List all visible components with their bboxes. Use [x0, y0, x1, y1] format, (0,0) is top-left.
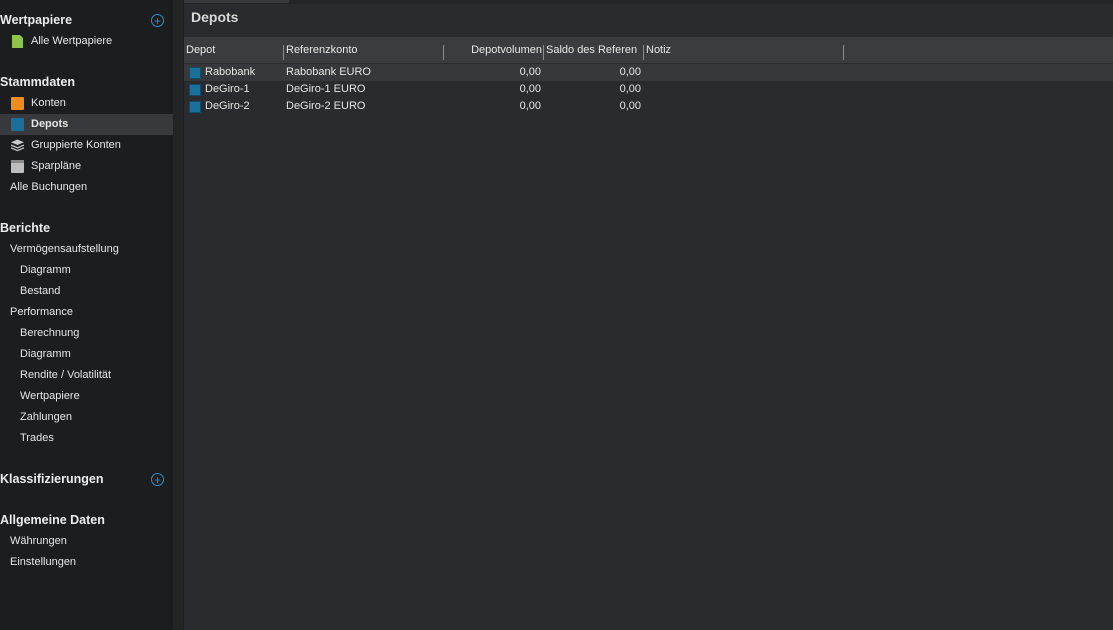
sidebar-item-einstellungen[interactable]: Einstellungen [0, 552, 173, 573]
section-header-stammdaten[interactable]: Stammdaten [0, 75, 75, 93]
cell-referenzkonto: DeGiro-2 EURO [286, 100, 366, 112]
calendar-icon [11, 160, 24, 173]
table-row[interactable]: DeGiro-1 DeGiro-1 EURO 0,00 0,00 [184, 81, 1113, 98]
section-header-allgemeine-daten[interactable]: Allgemeine Daten [0, 513, 105, 531]
sidebar-item-label: Währungen [10, 535, 67, 547]
column-header-referenzkonto[interactable]: Referenzkonto [286, 44, 442, 56]
cell-referenzkonto: Rabobank EURO [286, 66, 371, 78]
table-row[interactable]: Rabobank Rabobank EURO 0,00 0,00 [184, 64, 1113, 81]
page-title: Depots [191, 9, 239, 25]
editor-tab-strip [184, 0, 1113, 4]
sidebar-item-trades[interactable]: Trades [0, 428, 173, 449]
sidebar-item-konten[interactable]: Konten [0, 93, 173, 114]
sidebar-item-gruppierte-konten[interactable]: Gruppierte Konten [0, 135, 173, 156]
active-editor-tab[interactable] [184, 0, 289, 3]
column-separator[interactable] [443, 45, 444, 60]
sidebar-item-label: Depots [31, 118, 69, 130]
sidebar-item-label: Performance [10, 306, 73, 318]
column-header-saldo[interactable]: Saldo des Referen [546, 44, 642, 56]
sidebar-item-sparplaene[interactable]: Sparpläne [0, 156, 173, 177]
depot-icon [189, 101, 201, 113]
depot-icon [189, 67, 201, 79]
sidebar-item-berechnung[interactable]: Berechnung [0, 323, 173, 344]
sidebar-item-rendite-volatilitaet[interactable]: Rendite / Volatilität [0, 365, 173, 386]
column-header-depot[interactable]: Depot [186, 44, 281, 56]
sidebar-item-performance-diagramm[interactable]: Diagramm [0, 344, 173, 365]
sidebar-item-label: Einstellungen [10, 556, 77, 568]
cell-depotvolumen: 0,00 [519, 100, 541, 112]
sidebar-item-wertpapiere[interactable]: Wertpapiere [0, 386, 173, 407]
sidebar: Wertpapiere + Alle Wertpapiere Stammdate… [0, 0, 173, 630]
cell-saldo: 0,00 [619, 66, 641, 78]
sidebar-item-label: Diagramm [20, 264, 71, 276]
sidebar-item-bestand[interactable]: Bestand [0, 281, 173, 302]
sidebar-item-label: Rendite / Volatilität [20, 369, 112, 381]
cell-referenzkonto: DeGiro-1 EURO [286, 83, 366, 95]
column-separator[interactable] [843, 45, 844, 60]
section-header-wertpapiere[interactable]: Wertpapiere [0, 13, 72, 31]
cell-depot: DeGiro-2 [205, 100, 250, 112]
add-wertpapier-icon[interactable]: + [151, 14, 164, 27]
column-header-depotvolumen[interactable]: Depotvolumen [446, 44, 542, 56]
section-header-berichte[interactable]: Berichte [0, 221, 50, 239]
sidebar-item-label: Konten [31, 97, 66, 109]
layers-icon [11, 139, 24, 152]
column-separator[interactable] [543, 45, 544, 60]
column-separator[interactable] [643, 45, 644, 60]
sidebar-splitter[interactable] [173, 0, 183, 630]
sidebar-item-waehrungen[interactable]: Währungen [0, 531, 173, 552]
cell-saldo: 0,00 [619, 83, 641, 95]
column-header-notiz[interactable]: Notiz [646, 44, 842, 56]
depot-icon [11, 118, 24, 131]
cell-saldo: 0,00 [619, 100, 641, 112]
sidebar-item-label: Vermögensaufstellung [10, 243, 119, 255]
sidebar-item-label: Alle Wertpapiere [31, 35, 113, 47]
cell-depotvolumen: 0,00 [519, 66, 541, 78]
sidebar-item-zahlungen[interactable]: Zahlungen [0, 407, 173, 428]
sidebar-item-label: Zahlungen [20, 411, 72, 423]
sidebar-item-label: Trades [20, 432, 54, 444]
sidebar-item-alle-buchungen[interactable]: Alle Buchungen [0, 177, 173, 198]
sidebar-item-label: Berechnung [20, 327, 80, 339]
sidebar-item-alle-wertpapiere[interactable]: Alle Wertpapiere [0, 31, 173, 52]
sidebar-item-label: Bestand [20, 285, 61, 297]
sidebar-item-label: Gruppierte Konten [31, 139, 121, 151]
sidebar-item-label: Wertpapiere [20, 390, 80, 402]
column-separator[interactable] [283, 45, 284, 60]
depot-icon [189, 84, 201, 96]
cell-depotvolumen: 0,00 [519, 83, 541, 95]
sidebar-item-depots[interactable]: Depots [0, 114, 173, 135]
cell-depot: DeGiro-1 [205, 83, 250, 95]
sidebar-item-label: Diagramm [20, 348, 71, 360]
cell-depot: Rabobank [205, 66, 256, 78]
table-row[interactable]: DeGiro-2 DeGiro-2 EURO 0,00 0,00 [184, 98, 1113, 115]
sidebar-item-diagramm[interactable]: Diagramm [0, 260, 173, 281]
section-header-klassifizierungen[interactable]: Klassifizierungen [0, 472, 104, 490]
add-klassifizierung-icon[interactable]: + [151, 473, 164, 486]
table-header: Depot Referenzkonto Depotvolumen Saldo d… [184, 37, 1113, 63]
sidebar-item-vermoegensaufstellung[interactable]: Vermögensaufstellung [0, 239, 173, 260]
document-icon [12, 35, 23, 48]
sidebar-item-label: Alle Buchungen [10, 181, 88, 193]
account-icon [11, 97, 24, 110]
sidebar-item-performance[interactable]: Performance [0, 302, 173, 323]
sidebar-item-label: Sparpläne [31, 160, 82, 172]
